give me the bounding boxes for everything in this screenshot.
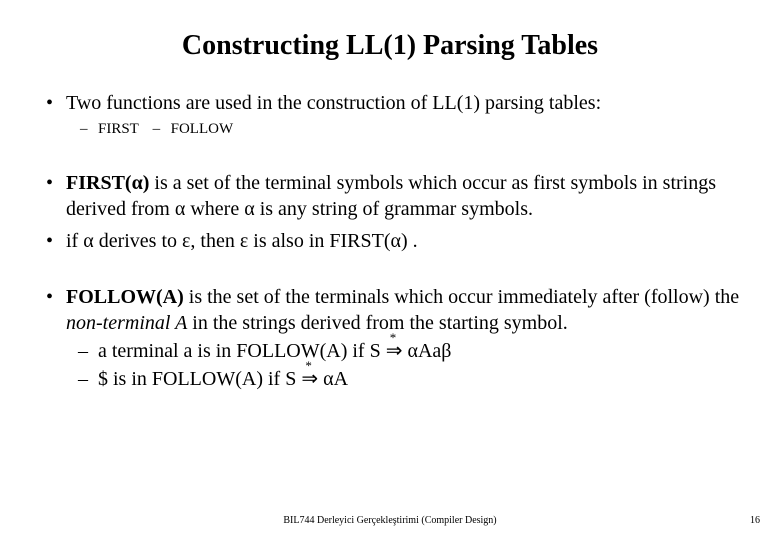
beta-symbol: β bbox=[441, 340, 451, 362]
bullet-3-b: derives to bbox=[94, 230, 182, 252]
bullet-2-text-b: where bbox=[185, 198, 244, 220]
alpha-symbol-7: α bbox=[323, 368, 333, 390]
bullet-1-text: Two functions are used in the constructi… bbox=[66, 92, 601, 114]
dash-1: a terminal a is in FOLLOW(A) if S *⇒ αAa… bbox=[98, 338, 750, 364]
star-1: * bbox=[390, 331, 397, 344]
page-title: Constructing LL(1) Parsing Tables bbox=[30, 30, 750, 62]
footer-text: BIL744 Derleyici Gerçekleştirimi (Compil… bbox=[0, 515, 780, 526]
bullet-2-text-c: is any string of grammar symbols. bbox=[255, 198, 533, 220]
bullet-3-d: is also in FIRST( bbox=[248, 230, 390, 252]
alpha-symbol-4: α bbox=[83, 230, 93, 252]
dash-2: $ is in FOLLOW(A) if S *⇒ αA bbox=[98, 366, 750, 392]
alpha-symbol-5: α bbox=[391, 230, 401, 252]
bullet-4-text-b: in the strings derived from the starting… bbox=[187, 312, 568, 334]
first-word: FIRST( bbox=[66, 172, 132, 194]
sub-first: FIRST bbox=[98, 120, 139, 140]
derives-arrow-2: *⇒ bbox=[301, 369, 318, 389]
follow-label: FOLLOW(A) bbox=[66, 286, 184, 308]
bullet-3: if α derives to ε, then ε is also in FIR… bbox=[66, 228, 750, 254]
page-number: 16 bbox=[750, 515, 760, 526]
dash-1-c: Aa bbox=[418, 340, 441, 362]
dash-2-a: $ is in FOLLOW(A) if S bbox=[98, 368, 301, 390]
alpha-symbol: α bbox=[132, 172, 143, 194]
dash-1-a: a terminal a is in FOLLOW(A) if S bbox=[98, 340, 386, 362]
bullet-3-c: , then bbox=[190, 230, 239, 252]
derives-arrow-1: *⇒ bbox=[386, 341, 403, 361]
star-2: * bbox=[305, 359, 312, 372]
bullet-1: Two functions are used in the constructi… bbox=[66, 90, 750, 140]
bullet-3-e: ) . bbox=[401, 230, 418, 252]
bullet-3-a: if bbox=[66, 230, 83, 252]
sublist-1: FIRST FOLLOW bbox=[66, 120, 750, 140]
alpha-symbol-6: α bbox=[407, 340, 417, 362]
dash-list: a terminal a is in FOLLOW(A) if S *⇒ αAa… bbox=[66, 338, 750, 392]
alpha-symbol-2: α bbox=[175, 198, 185, 220]
bullet-2: FIRST(α) is a set of the terminal symbol… bbox=[66, 170, 750, 222]
close-paren: ) bbox=[143, 172, 150, 194]
eps-symbol-2: ε bbox=[240, 230, 248, 252]
bullet-4-text-a: is the set of the terminals which occur … bbox=[184, 286, 739, 308]
bullet-4: FOLLOW(A) is the set of the terminals wh… bbox=[66, 284, 750, 392]
nonterminal-a: non-terminal A bbox=[66, 312, 187, 334]
dash-2-c: A bbox=[334, 368, 348, 390]
first-label: FIRST(α) bbox=[66, 172, 154, 194]
alpha-symbol-3: α bbox=[244, 198, 254, 220]
bullet-list: Two functions are used in the constructi… bbox=[30, 90, 750, 392]
sub-follow: FOLLOW bbox=[171, 120, 234, 140]
